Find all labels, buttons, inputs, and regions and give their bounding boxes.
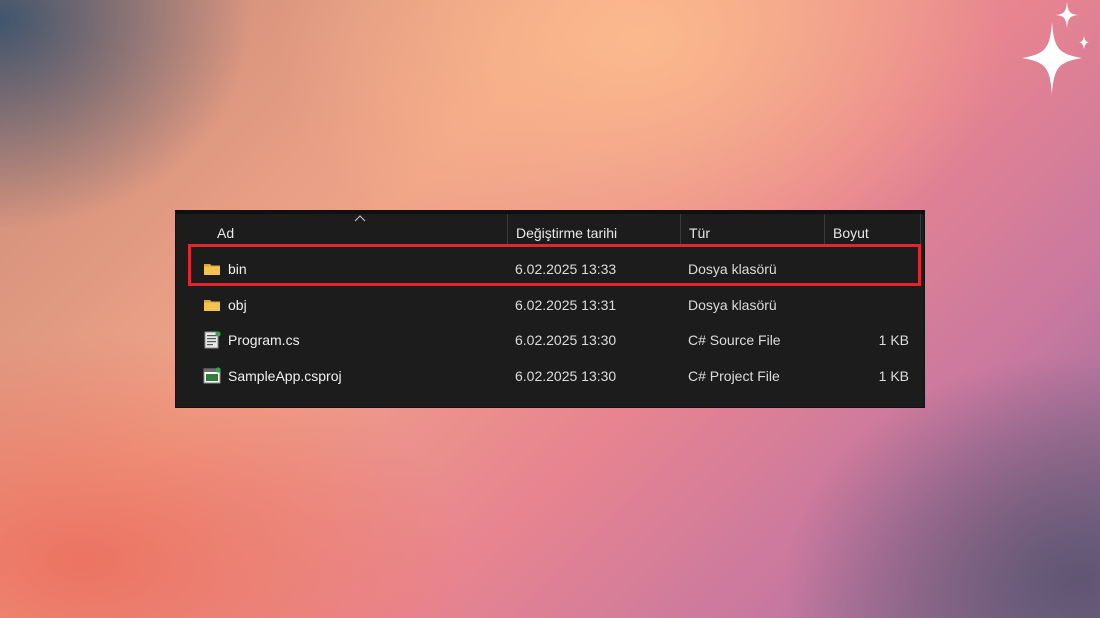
file-row-sampleapp-csproj[interactable]: SampleApp.csproj 6.02.2025 13:30 C# Proj…	[189, 358, 919, 394]
file-name: bin	[228, 261, 247, 277]
file-name: Program.cs	[228, 332, 300, 348]
file-size: 1 KB	[878, 332, 909, 348]
folder-icon	[204, 300, 220, 311]
file-type: Dosya klasörü	[688, 297, 777, 313]
file-name: obj	[228, 297, 247, 313]
file-type: C# Project File	[688, 368, 780, 384]
file-row-obj[interactable]: obj 6.02.2025 13:31 Dosya klasörü	[189, 287, 919, 323]
file-row-bin[interactable]: bin 6.02.2025 13:33 Dosya klasörü	[189, 251, 919, 287]
sparkle-icon	[1022, 2, 1089, 94]
file-date-modified: 6.02.2025 13:31	[515, 297, 617, 313]
column-header-date-modified[interactable]: Değiştirme tarihi	[508, 214, 681, 245]
file-size: 1 KB	[878, 368, 909, 384]
file-type: C# Source File	[688, 332, 781, 348]
file-name: SampleApp.csproj	[228, 368, 342, 384]
file-explorer-list: Ad Değiştirme tarihi Tür Boyut bin 6.02.…	[175, 210, 925, 408]
csharp-project-file-icon	[203, 367, 221, 384]
column-header-size[interactable]: Boyut	[825, 214, 921, 245]
csharp-source-file-icon	[204, 331, 221, 349]
file-date-modified: 6.02.2025 13:30	[515, 332, 617, 348]
column-header-name[interactable]: Ad	[207, 214, 508, 245]
folder-icon	[204, 264, 220, 275]
file-date-modified: 6.02.2025 13:30	[515, 368, 617, 384]
file-type: Dosya klasörü	[688, 261, 777, 277]
column-header-type[interactable]: Tür	[681, 214, 825, 245]
column-header-row: Ad Değiştirme tarihi Tür Boyut	[176, 211, 924, 245]
file-date-modified: 6.02.2025 13:33	[515, 261, 617, 277]
file-row-program-cs[interactable]: Program.cs 6.02.2025 13:30 C# Source Fil…	[189, 322, 919, 358]
